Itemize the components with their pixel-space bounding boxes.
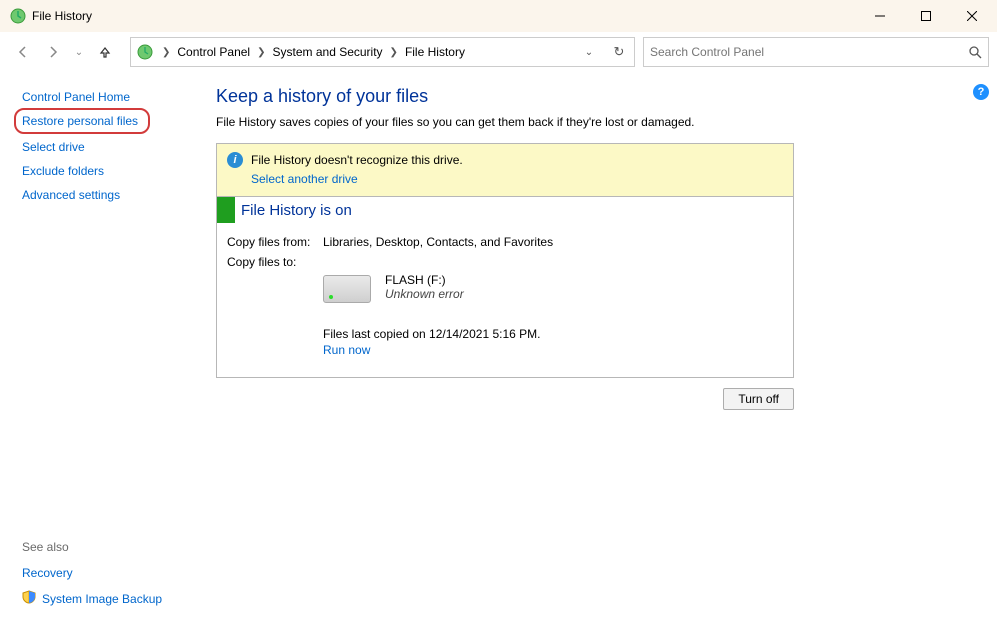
status-color-chip xyxy=(217,197,235,223)
sidebar-advanced-settings[interactable]: Advanced settings xyxy=(22,188,196,202)
sidebar-exclude-folders[interactable]: Exclude folders xyxy=(22,164,196,178)
shield-icon xyxy=(22,590,36,607)
copy-from-value: Libraries, Desktop, Contacts, and Favori… xyxy=(323,235,553,249)
nav-row: ⌄ ❯ Control Panel ❯ System and Security … xyxy=(0,32,997,72)
chevron-right-icon[interactable]: ❯ xyxy=(159,38,173,66)
breadcrumb-leaf[interactable]: File History xyxy=(401,38,469,66)
sidebar-select-drive[interactable]: Select drive xyxy=(22,140,196,154)
main-panel: ? Keep a history of your files File Hist… xyxy=(206,72,997,631)
breadcrumb-root[interactable]: Control Panel xyxy=(173,38,254,66)
status-title: File History is on xyxy=(235,202,352,219)
run-now-link[interactable]: Run now xyxy=(323,343,370,357)
warning-box: i File History doesn't recognize this dr… xyxy=(216,143,794,197)
back-button[interactable] xyxy=(12,41,34,63)
refresh-button[interactable]: ↻ xyxy=(604,38,634,66)
select-another-drive-link[interactable]: Select another drive xyxy=(251,172,358,186)
address-bar[interactable]: ❯ Control Panel ❯ System and Security ❯ … xyxy=(130,37,635,67)
sidebar-restore-personal-files[interactable]: Restore personal files xyxy=(22,114,138,128)
drive-icon xyxy=(323,275,371,303)
sidebar-control-panel-home[interactable]: Control Panel Home xyxy=(22,90,196,104)
maximize-button[interactable] xyxy=(903,0,949,32)
search-box[interactable] xyxy=(643,37,989,67)
recent-locations-button[interactable]: ⌄ xyxy=(72,41,86,63)
sidebar-system-image-backup[interactable]: System Image Backup xyxy=(42,592,162,606)
sidebar-recovery[interactable]: Recovery xyxy=(22,566,73,580)
title-bar: File History xyxy=(0,0,997,32)
page-heading: Keep a history of your files xyxy=(216,86,979,107)
turn-off-button[interactable]: Turn off xyxy=(723,388,794,410)
drive-name: FLASH (F:) xyxy=(385,273,464,287)
page-subtext: File History saves copies of your files … xyxy=(216,115,979,129)
copy-from-label: Copy files from: xyxy=(227,235,323,249)
status-box: File History is on Copy files from: Libr… xyxy=(216,197,794,378)
breadcrumb-mid[interactable]: System and Security xyxy=(269,38,387,66)
search-input[interactable] xyxy=(650,45,968,59)
info-icon: i xyxy=(227,152,243,168)
last-copied-text: Files last copied on 12/14/2021 5:16 PM. xyxy=(323,327,540,341)
close-button[interactable] xyxy=(949,0,995,32)
minimize-button[interactable] xyxy=(857,0,903,32)
chevron-right-icon[interactable]: ❯ xyxy=(387,38,401,66)
sidebar: Control Panel Home Restore personal file… xyxy=(0,72,206,631)
up-button[interactable] xyxy=(94,41,116,63)
window-title: File History xyxy=(32,9,92,23)
address-dropdown-button[interactable]: ⌄ xyxy=(574,38,604,66)
chevron-right-icon[interactable]: ❯ xyxy=(254,38,268,66)
copy-to-label: Copy files to: xyxy=(227,255,323,269)
highlight-annotation: Restore personal files xyxy=(14,108,150,134)
file-history-app-icon xyxy=(10,8,26,24)
help-icon[interactable]: ? xyxy=(973,84,989,100)
warning-text: File History doesn't recognize this driv… xyxy=(251,153,463,167)
drive-status: Unknown error xyxy=(385,287,464,301)
location-icon xyxy=(137,44,153,60)
forward-button[interactable] xyxy=(42,41,64,63)
see-also-heading: See also xyxy=(22,540,196,554)
search-icon[interactable] xyxy=(968,45,982,59)
